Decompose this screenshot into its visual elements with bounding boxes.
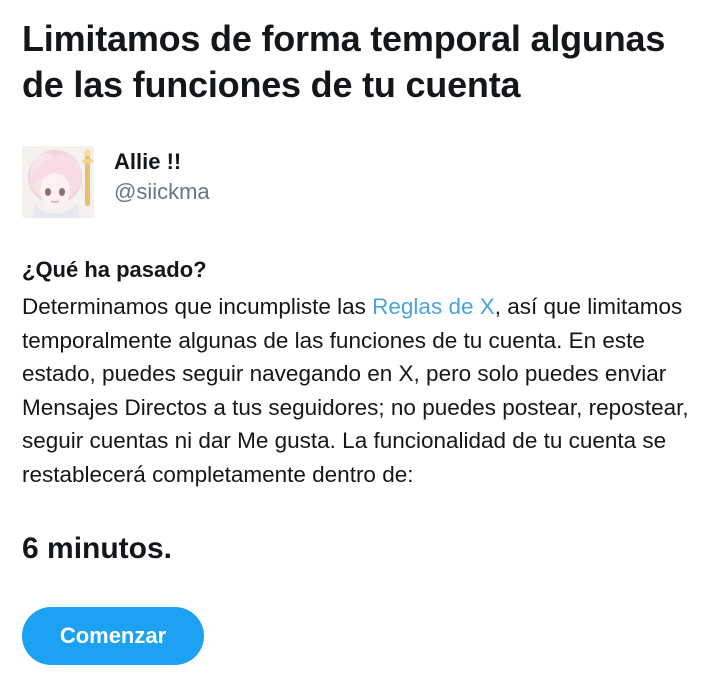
restriction-timer: 6 minutos. [22, 532, 173, 565]
account-handle: @siickma [114, 179, 210, 204]
anime-avatar-icon [22, 146, 94, 218]
start-button[interactable]: Comenzar [22, 607, 204, 665]
account-identity: Allie !! @siickma [114, 146, 210, 205]
description-text-after-link: , así que limitamos temporalmente alguna… [22, 294, 689, 487]
what-happened-heading: ¿Qué ha pasado? [22, 257, 207, 282]
display-name: Allie !! [114, 149, 182, 174]
description-text-before-link: Determinamos que incumpliste las [22, 294, 373, 319]
page-title: Limitamos de forma temporal algunas de l… [22, 18, 666, 105]
restriction-description: Determinamos que incumpliste las Reglas … [22, 290, 698, 491]
avatar [22, 146, 94, 218]
account-summary: Allie !! @siickma [22, 146, 702, 218]
account-limited-page: Limitamos de forma temporal algunas de l… [22, 0, 702, 665]
rules-link[interactable]: Reglas de X [372, 294, 495, 319]
